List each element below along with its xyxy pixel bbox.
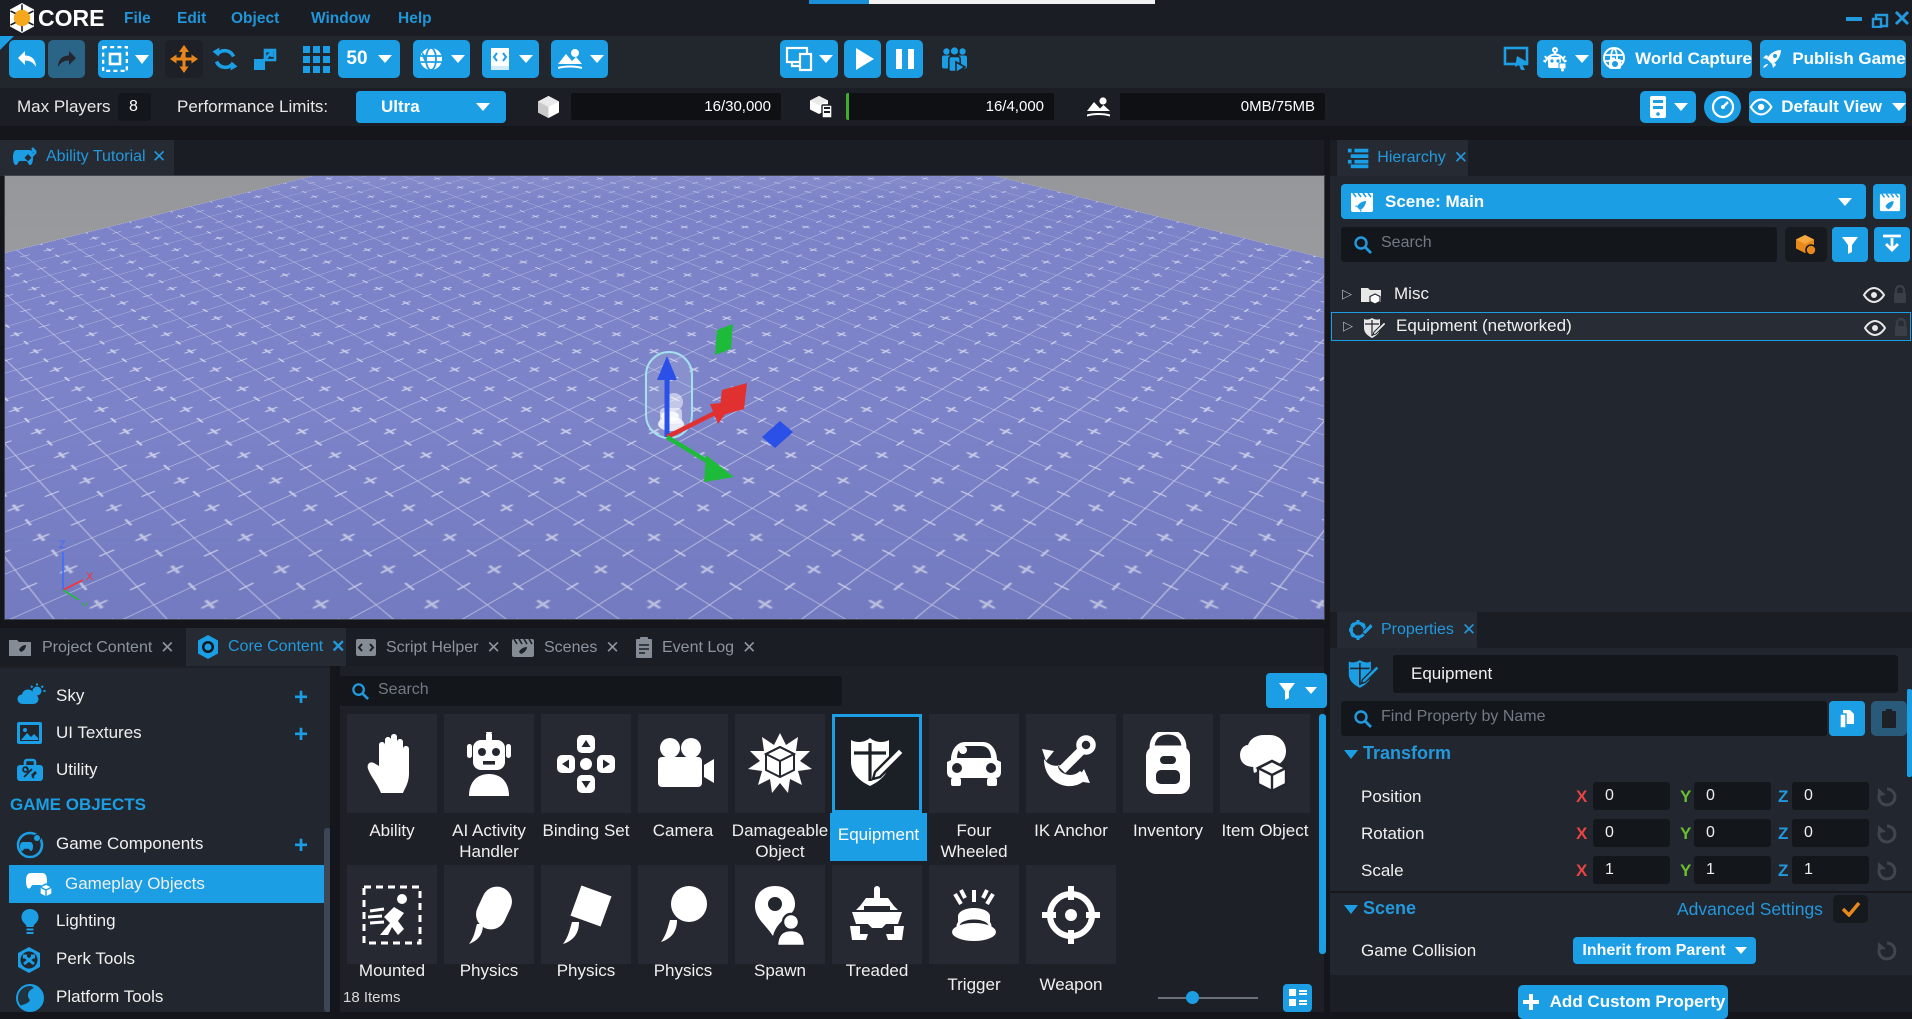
svg-text:X: X: [86, 571, 94, 583]
svg-text:CORE: CORE: [38, 5, 104, 31]
svg-text:Z: Z: [59, 539, 66, 551]
svg-text:Y: Y: [81, 601, 89, 606]
